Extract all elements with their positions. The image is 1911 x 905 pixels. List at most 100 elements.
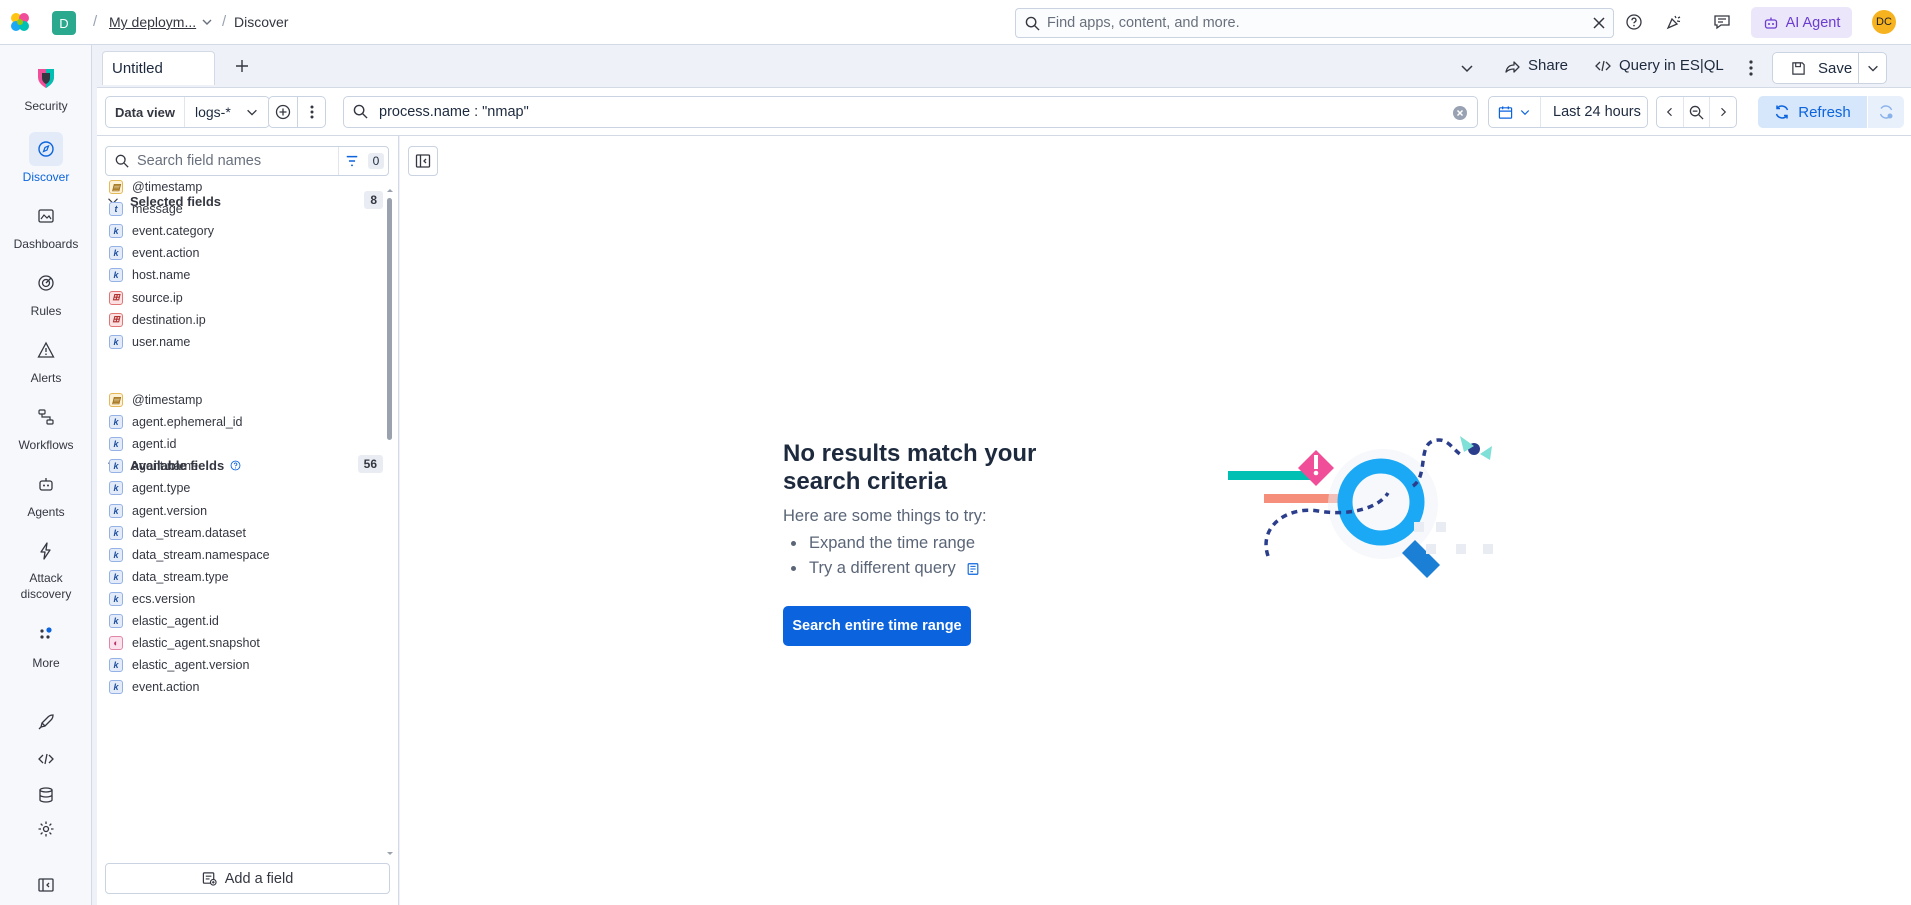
keyword-type-icon: k <box>109 268 123 283</box>
share-button[interactable]: Share <box>1504 57 1568 74</box>
add-filter-button[interactable] <box>268 96 298 128</box>
save-options-chevron-icon[interactable] <box>1858 53 1886 83</box>
field-list-item[interactable]: k event.category <box>109 222 214 240</box>
add-field-button[interactable]: Add a field <box>105 863 390 894</box>
add-filter-icon <box>275 104 291 120</box>
field-list-item[interactable]: k data_stream.namespace <box>109 546 270 564</box>
field-list-item[interactable]: k elastic_agent.version <box>109 656 249 674</box>
field-list-item[interactable]: k host.name <box>109 266 190 284</box>
newsfeed-icon[interactable] <box>1665 13 1685 33</box>
nav-item-dashboards[interactable]: Dashboards <box>0 199 92 251</box>
field-list-item[interactable]: ⊞ destination.ip <box>109 311 206 329</box>
keyword-type-icon: k <box>109 680 123 695</box>
collapse-nav-icon[interactable] <box>0 876 92 894</box>
more-options-icon[interactable] <box>1748 59 1754 77</box>
search-entire-time-range-button[interactable]: Search entire time range <box>783 606 971 646</box>
time-picker[interactable]: Last 24 hours <box>1488 96 1648 128</box>
avatar[interactable]: DC <box>1872 10 1896 34</box>
field-list-item[interactable]: k agent.version <box>109 502 207 520</box>
query-input[interactable]: process.name : "nmap" <box>343 96 1478 128</box>
data-view-picker[interactable]: Data view logs-* <box>105 96 270 128</box>
nav-item-workflows[interactable]: Workflows <box>0 400 92 452</box>
field-list-item[interactable]: ⊞ source.ip <box>109 289 183 307</box>
dashboard-icon <box>29 199 63 233</box>
field-list-item[interactable]: k agent.name <box>109 457 198 475</box>
field-list-item[interactable]: k elastic_agent.id <box>109 612 219 630</box>
field-list-item[interactable]: k ecs.version <box>109 590 195 608</box>
gear-icon[interactable] <box>0 820 92 838</box>
scrollbar-thumb[interactable] <box>387 198 392 440</box>
field-list-item[interactable]: ◐ elastic_agent.snapshot <box>109 634 260 652</box>
breadcrumb-deployment[interactable]: My deploym... <box>109 14 212 30</box>
chevron-right-icon[interactable] <box>1710 97 1736 127</box>
database-icon[interactable] <box>0 786 92 804</box>
field-name: elastic_agent.snapshot <box>132 636 260 651</box>
empty-state-subtitle: Here are some things to try: <box>783 507 987 525</box>
bullet <box>791 566 796 571</box>
field-list-item[interactable]: k user.name <box>109 333 190 351</box>
ai-agent-button[interactable]: AI Agent <box>1751 7 1852 38</box>
field-list-item[interactable]: ▤ @timestamp <box>109 178 202 196</box>
empty-state-title: No results match your search criteria <box>783 440 1037 495</box>
rocket-icon[interactable] <box>0 713 92 731</box>
documentation-icon[interactable] <box>966 562 980 576</box>
nav-item-alerts[interactable]: Alerts <box>0 333 92 385</box>
auto-refresh-button[interactable] <box>1868 96 1904 128</box>
field-name: user.name <box>132 334 191 349</box>
field-list-item[interactable]: k agent.ephemeral_id <box>109 413 243 431</box>
field-list-item[interactable]: ▤ @timestamp <box>109 391 202 409</box>
nav-item-agents[interactable]: Agents <box>0 467 92 519</box>
auto-refresh-icon <box>1878 104 1894 120</box>
field-name: event.category <box>132 224 214 239</box>
field-filter-button[interactable]: 0 <box>338 147 390 175</box>
field-list-item[interactable]: k event.action <box>109 244 199 262</box>
save-button[interactable]: Save <box>1772 52 1887 84</box>
field-list-item[interactable]: k event.action <box>109 678 199 696</box>
info-icon[interactable] <box>230 460 241 471</box>
field-list-item[interactable]: t message <box>109 200 183 218</box>
chevron-down-icon <box>1519 106 1531 118</box>
global-search-input[interactable]: Find apps, content, and more. <box>1015 8 1614 38</box>
tab-untitled[interactable]: Untitled <box>102 51 215 85</box>
clear-query-icon[interactable] <box>1452 105 1468 121</box>
refresh-button[interactable]: Refresh <box>1758 96 1867 128</box>
code-icon[interactable] <box>0 750 92 768</box>
query-menu-button[interactable] <box>297 96 326 128</box>
field-list-item[interactable]: k agent.id <box>109 435 176 453</box>
data-view-label: Data view <box>106 97 185 127</box>
nav-item-label: More <box>32 656 60 670</box>
quick-menu-button[interactable] <box>1489 97 1541 127</box>
elastic-logo-icon[interactable] <box>8 10 32 34</box>
field-name: @timestamp <box>132 393 203 407</box>
chevron-left-icon[interactable] <box>1657 97 1684 127</box>
nav-item-rules[interactable]: Rules <box>0 266 92 318</box>
chat-icon[interactable] <box>1713 13 1733 33</box>
field-list-item[interactable]: k data_stream.type <box>109 568 229 586</box>
collapse-sidebar-button[interactable] <box>408 146 438 176</box>
bullet <box>791 541 796 546</box>
field-list-item[interactable]: k agent.type <box>109 479 190 497</box>
space-badge[interactable]: D <box>52 11 76 35</box>
help-icon[interactable] <box>1625 13 1645 33</box>
close-icon[interactable] <box>1591 15 1607 31</box>
add-field-icon <box>202 871 217 886</box>
add-tab-icon[interactable] <box>234 58 250 74</box>
breadcrumb-separator: / <box>222 13 227 30</box>
field-list-scrollbar[interactable] <box>385 186 393 858</box>
breadcrumb-deployment-label: My deploym... <box>109 14 197 30</box>
nav-item-attack-discovery[interactable]: Attack discovery <box>0 534 92 602</box>
nav-item-more[interactable]: More <box>0 618 92 670</box>
query-in-esql-button[interactable]: Query in ES|QL <box>1595 57 1724 74</box>
chevron-down-icon[interactable] <box>1459 60 1475 76</box>
data-view-value[interactable]: logs-* <box>185 104 269 120</box>
field-search-input[interactable]: Search field names 0 <box>105 146 389 176</box>
keyword-type-icon: k <box>109 437 123 452</box>
bolt-icon <box>29 534 63 568</box>
field-name: elastic_agent.version <box>132 658 250 673</box>
nav-item-security[interactable]: Security <box>0 61 92 113</box>
field-list-item[interactable]: k data_stream.dataset <box>109 524 246 542</box>
field-name: source.ip <box>132 290 183 305</box>
zoom-out-icon[interactable] <box>1684 97 1711 127</box>
boolean-type-icon: ◐ <box>109 636 123 651</box>
nav-item-discover[interactable]: Discover <box>0 132 92 184</box>
